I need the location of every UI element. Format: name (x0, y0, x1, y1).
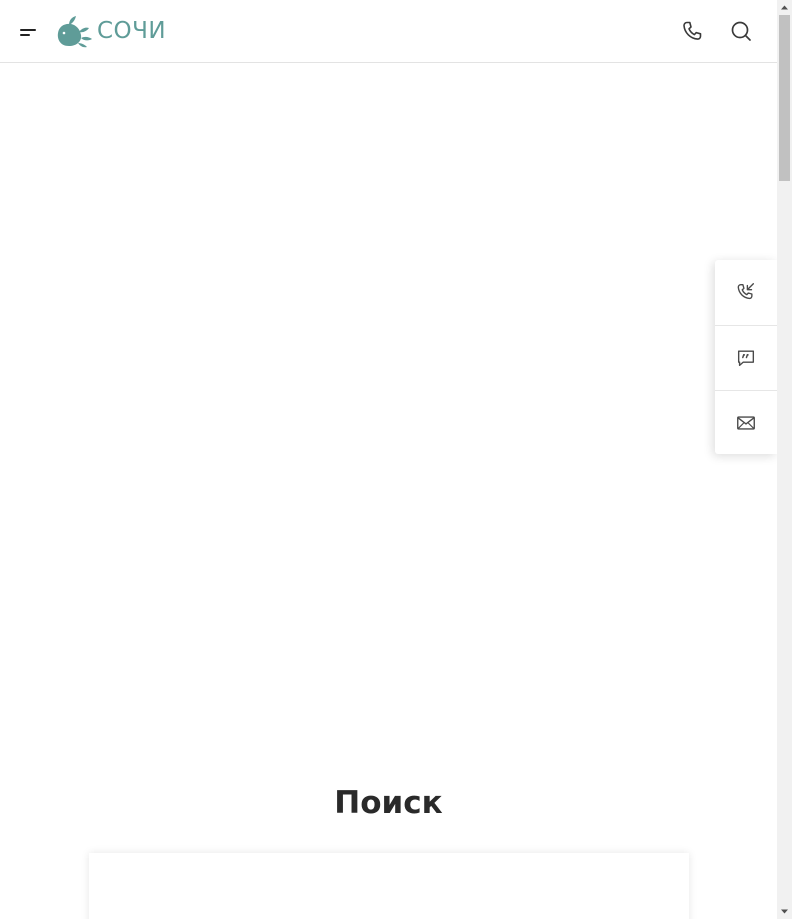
site-header: СОЧИ (0, 0, 777, 63)
menu-button[interactable] (16, 19, 40, 43)
menu-icon-line (20, 34, 30, 36)
logo-text: СОЧИ (97, 18, 167, 44)
email-button[interactable] (715, 390, 777, 454)
search-icon (731, 21, 751, 41)
scroll-down-arrow-icon[interactable] (777, 904, 792, 919)
page: СОЧИ Поиск (0, 0, 777, 919)
page-scrollbar[interactable] (777, 0, 792, 919)
mail-icon (737, 415, 755, 430)
phone-incoming-icon (737, 283, 755, 300)
menu-icon (20, 29, 36, 31)
site-logo[interactable]: СОЧИ (56, 14, 166, 48)
chat-quote-icon (737, 349, 755, 366)
scrollbar-thumb[interactable] (779, 15, 790, 181)
search-form-card (89, 853, 689, 919)
chat-button[interactable] (715, 325, 777, 389)
contact-side-panel (715, 260, 777, 454)
header-search-button[interactable] (729, 19, 753, 43)
header-phone-button[interactable] (680, 19, 704, 43)
scroll-up-arrow-icon[interactable] (777, 0, 792, 15)
callback-button[interactable] (715, 260, 777, 324)
phone-icon (683, 21, 702, 40)
logo-bird-icon (57, 16, 92, 48)
page-title: Поиск (334, 785, 443, 821)
